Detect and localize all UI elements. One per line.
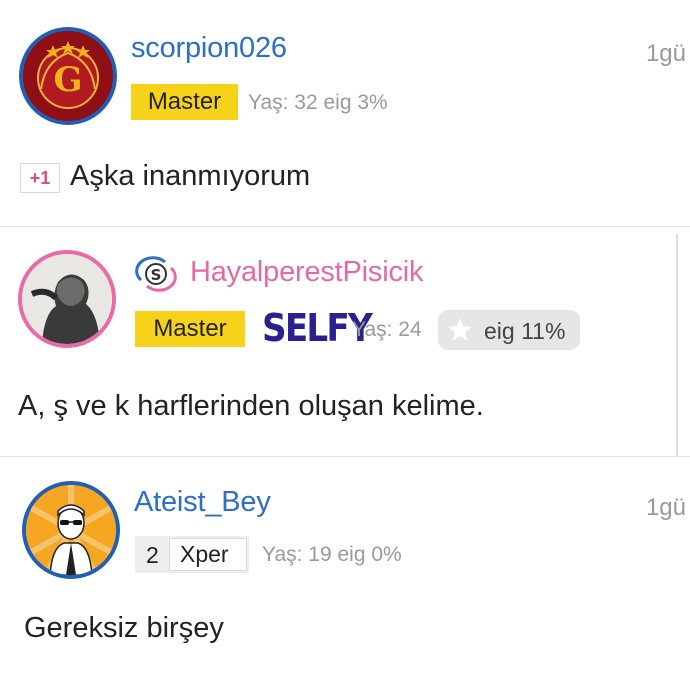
- timestamp: 1gü: [645, 494, 686, 521]
- username-link[interactable]: Ateist_Bey: [134, 486, 271, 519]
- upvote-button[interactable]: +1: [20, 163, 60, 193]
- svg-text:S: S: [151, 266, 162, 284]
- comment-text: Aşka inanmıyorum: [70, 160, 311, 192]
- divider: [0, 456, 690, 457]
- svg-text:G: G: [53, 60, 82, 100]
- rank-badge: Master: [131, 84, 238, 120]
- username-link[interactable]: scorpion026: [131, 32, 287, 65]
- star-icon: [448, 318, 472, 341]
- user-meta: Yaş: 24: [352, 318, 422, 341]
- s-logo-icon: S: [135, 256, 177, 292]
- scroll-indicator: [676, 234, 678, 456]
- galatasaray-logo-icon: G: [23, 31, 113, 121]
- avatar[interactable]: G: [19, 27, 117, 125]
- level-number: 2: [146, 542, 159, 568]
- comment-item: G scorpion026 1gü Master Yaş: 32 eig 3% …: [0, 0, 690, 226]
- xper-label: Xper: [169, 538, 247, 571]
- timestamp: 1gü: [645, 40, 686, 67]
- comment-item: S HayalperestPisicik Master SELFY Yaş: 2…: [0, 226, 690, 456]
- level-badge: 2 Xper: [135, 536, 249, 573]
- man-with-sunglasses-icon: [26, 485, 116, 575]
- user-meta: Yaş: 32 eig 3%: [248, 91, 388, 114]
- eig-value: eig 11%: [484, 318, 566, 344]
- rank-badge: Master: [135, 311, 245, 347]
- avatar[interactable]: [22, 481, 120, 579]
- comment-text: A, ş ve k harflerinden oluşan kelime.: [18, 390, 484, 422]
- profile-photo-icon: [22, 254, 112, 344]
- comment-item: Ateist_Bey 1gü 2 Xper Yaş: 19 eig 0% Ger…: [0, 458, 690, 690]
- avatar[interactable]: [18, 250, 116, 348]
- user-meta: Yaş: 19 eig 0%: [262, 543, 402, 566]
- eig-badge: eig 11%: [438, 310, 580, 350]
- username-link[interactable]: HayalperestPisicik: [190, 256, 424, 289]
- comment-text: Gereksiz birşey: [24, 612, 224, 644]
